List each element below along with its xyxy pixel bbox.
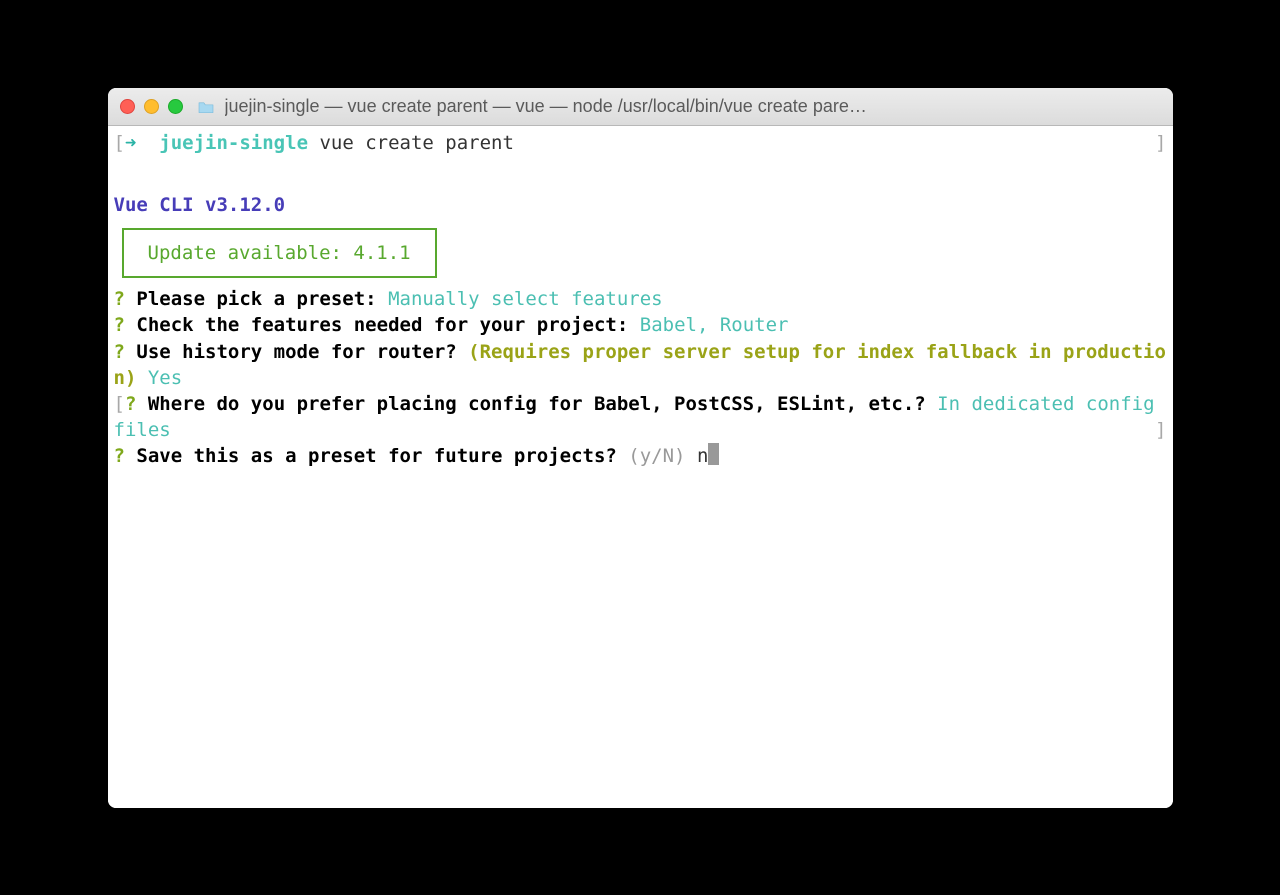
prompt-line: [➜ juejin-single vue create parent]: [114, 130, 1167, 156]
titlebar: juejin-single — vue create parent — vue …: [108, 88, 1173, 126]
prompt-left-bracket: [: [114, 132, 125, 154]
question-text: Save this as a preset for future project…: [136, 445, 616, 467]
question-history-mode: ? Use history mode for router? (Requires…: [114, 339, 1167, 391]
terminal-body[interactable]: [➜ juejin-single vue create parent] Vue …: [108, 126, 1173, 808]
minimize-icon[interactable]: [144, 99, 159, 114]
prompt-directory: juejin-single: [159, 132, 308, 154]
close-icon[interactable]: [120, 99, 135, 114]
question-save-preset: ? Save this as a preset for future proje…: [114, 443, 1167, 469]
question-mark-icon: ?: [114, 288, 125, 310]
input-hint: (y/N): [628, 445, 685, 467]
answer-value: Babel, Router: [640, 314, 789, 336]
line-right-bracket: ]: [1155, 417, 1166, 443]
user-input[interactable]: n: [697, 445, 708, 467]
question-text: Where do you prefer placing config for B…: [148, 393, 926, 415]
folder-icon: [197, 99, 215, 113]
window-title: juejin-single — vue create parent — vue …: [225, 96, 1161, 117]
prompt-arrow-icon: ➜: [125, 132, 136, 154]
zoom-icon[interactable]: [168, 99, 183, 114]
question-config-placement: [? Where do you prefer placing config fo…: [114, 391, 1167, 443]
cursor-icon: [708, 443, 719, 465]
line-left-bracket: [: [114, 393, 125, 415]
prompt-right-bracket: ]: [1155, 130, 1166, 156]
prompt-command: vue create parent: [319, 132, 513, 154]
answer-value: Yes: [148, 367, 182, 389]
update-available-box: Update available: 4.1.1: [122, 228, 437, 278]
question-mark-icon: ?: [114, 314, 125, 336]
vue-cli-version: Vue CLI v3.12.0: [114, 192, 1167, 218]
traffic-lights: [120, 99, 183, 114]
question-mark-icon: ?: [125, 393, 136, 415]
question-text: Please pick a preset:: [136, 288, 376, 310]
question-text: Check the features needed for your proje…: [136, 314, 628, 336]
question-text: Use history mode for router?: [136, 341, 456, 363]
answer-value: Manually select features: [388, 288, 663, 310]
terminal-window: juejin-single — vue create parent — vue …: [108, 88, 1173, 808]
question-mark-icon: ?: [114, 445, 125, 467]
question-features: ? Check the features needed for your pro…: [114, 312, 1167, 338]
question-mark-icon: ?: [114, 341, 125, 363]
question-preset: ? Please pick a preset: Manually select …: [114, 286, 1167, 312]
